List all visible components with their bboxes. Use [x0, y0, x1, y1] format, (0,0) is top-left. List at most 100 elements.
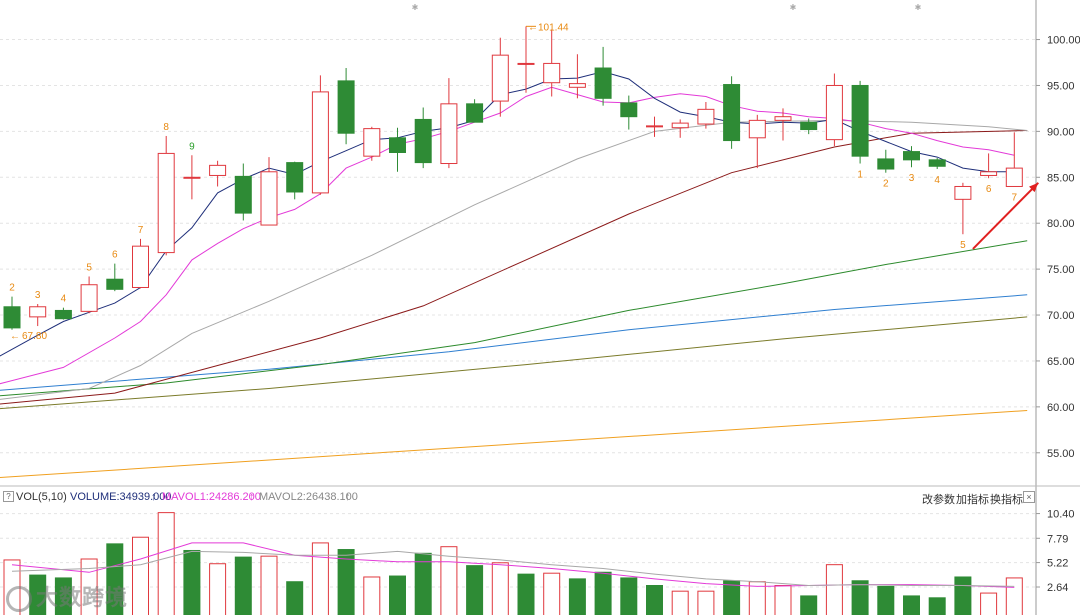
volume-bar: [286, 581, 304, 615]
candle: [825, 73, 843, 147]
candle-body: [928, 159, 946, 167]
volume-bar: [157, 512, 175, 615]
volume-bar: [183, 549, 201, 615]
candle-body: [337, 80, 355, 134]
candle-body: [363, 128, 381, 157]
count-label: 4: [934, 175, 940, 186]
candle: [723, 76, 741, 149]
help-icon[interactable]: ?: [3, 491, 14, 502]
watermark: 大数跨境: [6, 580, 129, 613]
volume-bar: [646, 585, 663, 615]
candle: [311, 75, 329, 195]
watermark-logo-icon: [6, 586, 32, 613]
candle: [774, 108, 792, 141]
volume-bar: [209, 563, 227, 615]
candle-body: [106, 278, 124, 290]
mavol1-value: MAVOL1:24286.200: [162, 491, 261, 503]
volume-bar: [568, 578, 586, 615]
candle-body: [671, 122, 689, 129]
candle-body: [825, 84, 843, 141]
volume-tick-label: 7.79: [1047, 533, 1068, 545]
candle-body: [466, 103, 484, 123]
candle: [594, 46, 612, 106]
volume-bar: [132, 536, 149, 615]
candle-body: [132, 245, 149, 288]
mavol2-value: MAVOL2:26438.100: [259, 491, 358, 503]
candle: [132, 238, 149, 289]
ma20-line: [0, 119, 1028, 400]
stock-chart: 23 456789123 4567← 101.44← 67.80 100.0095.00…: [0, 0, 1080, 615]
candle: [517, 26, 535, 93]
volume-bar: [389, 575, 406, 615]
candle-body: [903, 151, 920, 161]
count-label: 8: [163, 122, 169, 133]
volume-bar: [260, 555, 278, 615]
candle-body: [954, 185, 972, 200]
candle-body: [543, 62, 561, 84]
candle: [260, 157, 278, 226]
volume-bar: [825, 564, 843, 615]
candle: [748, 114, 766, 169]
volume-bar: [363, 576, 381, 615]
count-label: 2: [883, 179, 889, 190]
candle: [851, 80, 869, 164]
price-tick-label: 55.00: [1047, 448, 1075, 460]
moving-average-lines: [0, 71, 1028, 479]
candle: [1005, 132, 1023, 187]
price-tick-label: 100.00: [1047, 35, 1080, 47]
candle-body: [3, 306, 21, 329]
candle-body: [980, 171, 998, 176]
candle-body: [414, 118, 432, 164]
volume-bar: [723, 580, 741, 615]
count-label: 1: [857, 170, 863, 181]
candle: [3, 296, 21, 330]
volume-indicator-bar: ? VOL(5,10) VOLUME:34939.000 ↑ MAVOL1:24…: [0, 488, 1036, 506]
count-label: 7: [1012, 192, 1018, 203]
volume-bar: [954, 576, 972, 615]
count-label: 9: [189, 141, 195, 152]
candle: [337, 68, 355, 145]
watermark-text: 大数跨境: [36, 585, 129, 610]
candle: [928, 158, 946, 170]
count-label: 6: [112, 250, 118, 261]
candle-body: [851, 84, 869, 157]
candle-body: [594, 67, 612, 99]
low-marker-arrow: ←: [10, 331, 20, 342]
volume-tick-label: 10.40: [1047, 509, 1075, 521]
candle: [157, 135, 175, 256]
candle-body: [209, 164, 227, 176]
candle: [183, 155, 201, 200]
price-tick-label: 85.00: [1047, 172, 1075, 184]
trend-arrow-line: [972, 182, 1040, 250]
candle: [491, 37, 509, 117]
candle-body: [54, 309, 72, 320]
volume-bar: [594, 571, 612, 615]
top-marker-icon: ✱: [790, 3, 797, 12]
candle: [877, 149, 895, 173]
count-label: 5: [86, 262, 92, 273]
candle-body: [517, 62, 535, 65]
change-params-button[interactable]: 改参数: [922, 491, 955, 507]
candle-body: [877, 158, 895, 170]
volume-bar: [491, 562, 509, 615]
switch-indicator-button[interactable]: 换指标: [990, 491, 1023, 507]
count-label: 4: [61, 294, 67, 305]
count-label: 3: [35, 290, 41, 301]
candle-body: [234, 175, 252, 214]
close-icon[interactable]: ×: [1023, 491, 1035, 503]
candle: [209, 160, 227, 187]
candle: [466, 99, 484, 123]
top-marker-icon: ✱: [412, 3, 419, 12]
add-indicator-button[interactable]: 加指标: [956, 491, 989, 507]
volume-bar: [980, 592, 998, 615]
volume-bars: [3, 512, 1023, 615]
candle-body: [157, 152, 175, 254]
candle: [980, 153, 998, 179]
price-tick-label: 80.00: [1047, 218, 1075, 230]
volume-bar: [466, 565, 484, 615]
candle-body: [491, 54, 509, 102]
candlestick-series: [3, 26, 1023, 330]
volume-bar: [671, 590, 689, 615]
volume-bar: [928, 597, 946, 615]
candle: [80, 276, 98, 314]
